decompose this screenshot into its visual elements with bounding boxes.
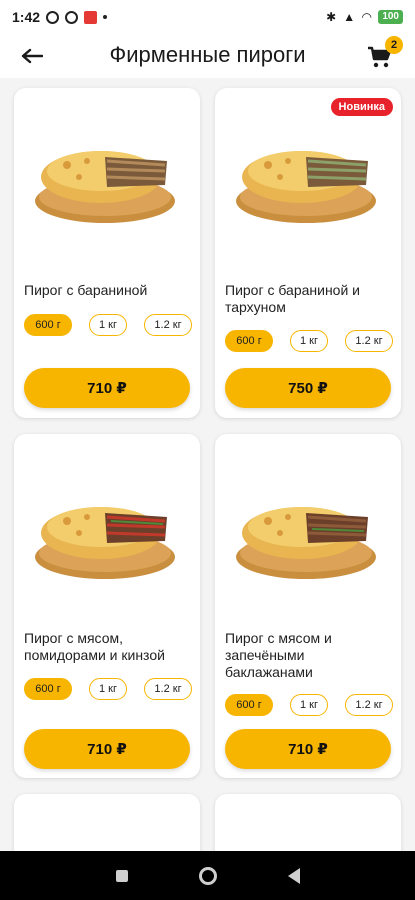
status-time: 1:42	[12, 9, 41, 25]
pie-image	[236, 150, 376, 223]
size-options: 600 г 1 кг 1.2 кг	[24, 678, 192, 700]
size-option-1kg[interactable]: 1 кг	[89, 314, 127, 336]
size-option-1-2kg[interactable]: 1.2 кг	[144, 314, 192, 336]
system-nav-bar	[0, 851, 415, 900]
size-option-1-2kg[interactable]: 1.2 кг	[345, 330, 393, 352]
size-option-600g[interactable]: 600 г	[24, 314, 72, 336]
notification-icon	[46, 10, 60, 24]
product-image	[215, 444, 401, 619]
add-to-cart-button[interactable]: 750 ₽	[225, 368, 391, 408]
back-button[interactable]	[16, 40, 48, 72]
status-bar: 1:42 ✱ ▲ ◠ 100	[0, 0, 415, 34]
product-name: Пирог с мясом и запечёными баклажанами	[225, 630, 332, 680]
bluetooth-icon: ✱	[326, 10, 337, 24]
system-back-button[interactable]	[287, 867, 300, 884]
wifi-icon: ◠	[362, 10, 372, 24]
add-to-cart-button[interactable]: 710 ₽	[24, 368, 190, 408]
size-options: 600 г 1 кг 1.2 кг	[225, 330, 393, 352]
product-card[interactable]	[14, 794, 200, 851]
size-option-600g[interactable]: 600 г	[24, 678, 72, 700]
product-image	[14, 88, 200, 263]
page-title: Фирменные пироги	[109, 42, 306, 67]
arrow-left-icon	[21, 48, 43, 64]
product-card[interactable]: Новинка Пирог с бараниной и тархуном 600…	[215, 88, 401, 418]
battery-indicator: 100	[378, 10, 403, 24]
size-option-600g[interactable]: 600 г	[225, 694, 273, 716]
product-name: Пирог с бараниной и тархуном	[225, 282, 360, 315]
product-grid: Пирог с бараниной 600 г 1 кг 1.2 кг 710 …	[0, 78, 415, 851]
size-option-1-2kg[interactable]: 1.2 кг	[144, 678, 192, 700]
pie-image	[236, 506, 376, 579]
notification-icon	[65, 10, 79, 24]
new-badge: Новинка	[330, 98, 393, 116]
product-name: Пирог с мясом, помидорами и кинзой	[24, 630, 165, 663]
size-option-1-2kg[interactable]: 1.2 кг	[345, 694, 393, 716]
signal-icon: ▲	[343, 10, 356, 24]
app-notification-icon	[84, 10, 98, 24]
app-bar: Фирменные пироги 2	[0, 34, 415, 78]
size-option-1kg[interactable]: 1 кг	[290, 694, 328, 716]
pie-image	[35, 506, 175, 579]
cart-count-badge: 2	[385, 36, 403, 54]
add-to-cart-button[interactable]: 710 ₽	[24, 729, 190, 769]
pie-image	[35, 150, 175, 223]
product-card[interactable]	[215, 794, 401, 851]
recent-apps-button[interactable]	[115, 869, 128, 882]
product-card[interactable]: Пирог с мясом, помидорами и кинзой 600 г…	[14, 434, 200, 778]
add-to-cart-button[interactable]: 710 ₽	[225, 729, 391, 769]
more-notifications-icon	[103, 15, 108, 19]
cart-button[interactable]: 2	[363, 36, 403, 74]
product-card[interactable]: Пирог с мясом и запечёными баклажанами 6…	[215, 434, 401, 778]
product-image	[14, 444, 200, 619]
size-option-600g[interactable]: 600 г	[225, 330, 273, 352]
product-name: Пирог с бараниной	[24, 282, 148, 298]
home-button[interactable]	[198, 866, 217, 885]
size-options: 600 г 1 кг 1.2 кг	[225, 694, 393, 716]
size-options: 600 г 1 кг 1.2 кг	[24, 314, 192, 336]
size-option-1kg[interactable]: 1 кг	[89, 678, 127, 700]
size-option-1kg[interactable]: 1 кг	[290, 330, 328, 352]
product-card[interactable]: Пирог с бараниной 600 г 1 кг 1.2 кг 710 …	[14, 88, 200, 418]
